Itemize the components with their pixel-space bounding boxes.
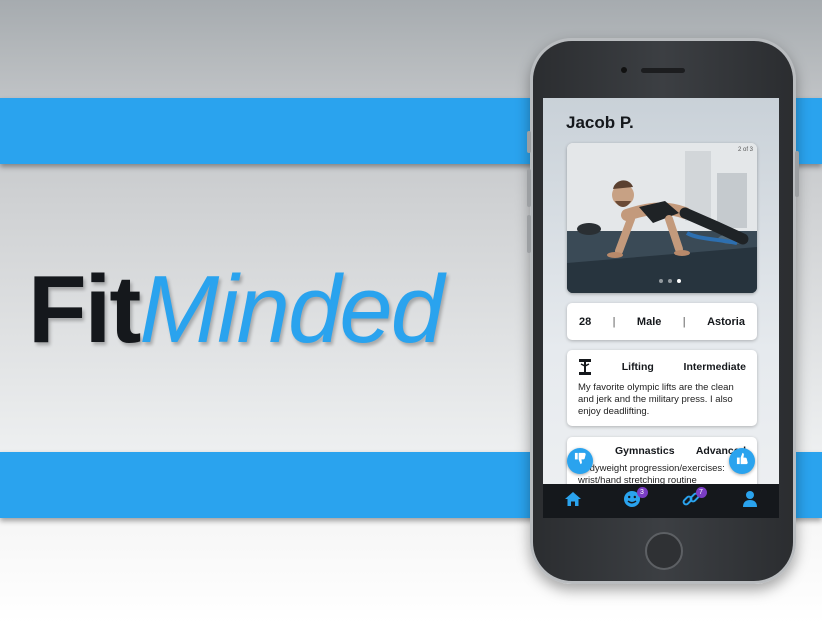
photo-counter: 2 of 3: [737, 147, 753, 153]
nav-profile[interactable]: [738, 489, 762, 513]
dislike-button[interactable]: [567, 448, 593, 474]
nav-home[interactable]: [561, 489, 585, 513]
pager-dot[interactable]: [659, 279, 663, 283]
activity-level: Intermediate: [683, 361, 746, 373]
nav-connections[interactable]: 7: [679, 487, 707, 513]
profile-name: Jacob P.: [566, 113, 634, 132]
earpiece-speaker: [641, 68, 685, 73]
profile-stats-card: 28 | Male | Astoria: [567, 303, 757, 340]
app-screen: Jacob P. 2 of 3 28 | Male | Astoria Lift…: [543, 98, 779, 518]
notification-badge: 7: [695, 487, 707, 498]
separator: |: [682, 315, 686, 328]
age-value: 28: [579, 315, 592, 328]
volume-up-button: [527, 169, 531, 207]
front-camera: [621, 67, 627, 73]
pager-dot[interactable]: [668, 279, 672, 283]
user-icon: [742, 490, 758, 513]
activity-card-lifting[interactable]: Lifting Intermediate My favorite olympic…: [567, 350, 757, 426]
volume-down-button: [527, 215, 531, 253]
logo-minded: Minded: [139, 256, 444, 363]
thumbs-up-icon: [736, 452, 749, 470]
gender-value: Male: [636, 315, 662, 328]
athlete-pushup-illustration: [567, 143, 757, 293]
bottom-nav: 3 7: [543, 484, 779, 518]
home-icon: [564, 491, 582, 512]
logo-fit: Fit: [28, 256, 141, 363]
thumbs-down-icon: [574, 452, 587, 470]
nav-matches[interactable]: 3: [620, 487, 648, 513]
notification-badge: 3: [636, 487, 648, 498]
location-value: Astoria: [707, 315, 745, 328]
like-button[interactable]: [729, 448, 755, 474]
power-button: [795, 151, 799, 197]
pager-dot-active[interactable]: [677, 279, 681, 283]
fitminded-logo: FitMinded: [28, 262, 444, 358]
profile-photo[interactable]: 2 of 3: [567, 143, 757, 293]
separator: |: [612, 315, 616, 328]
photo-pager: [659, 279, 681, 283]
activity-description: My favorite olympic lifts are the clean …: [578, 382, 734, 417]
mute-switch: [527, 131, 531, 153]
home-button[interactable]: [645, 532, 683, 570]
activity-name: Lifting: [621, 361, 654, 373]
activity-name: Gymnastics: [615, 445, 675, 457]
dumbbell-icon: [578, 358, 592, 376]
phone-frame: Jacob P. 2 of 3 28 | Male | Astoria Lift…: [527, 38, 799, 584]
